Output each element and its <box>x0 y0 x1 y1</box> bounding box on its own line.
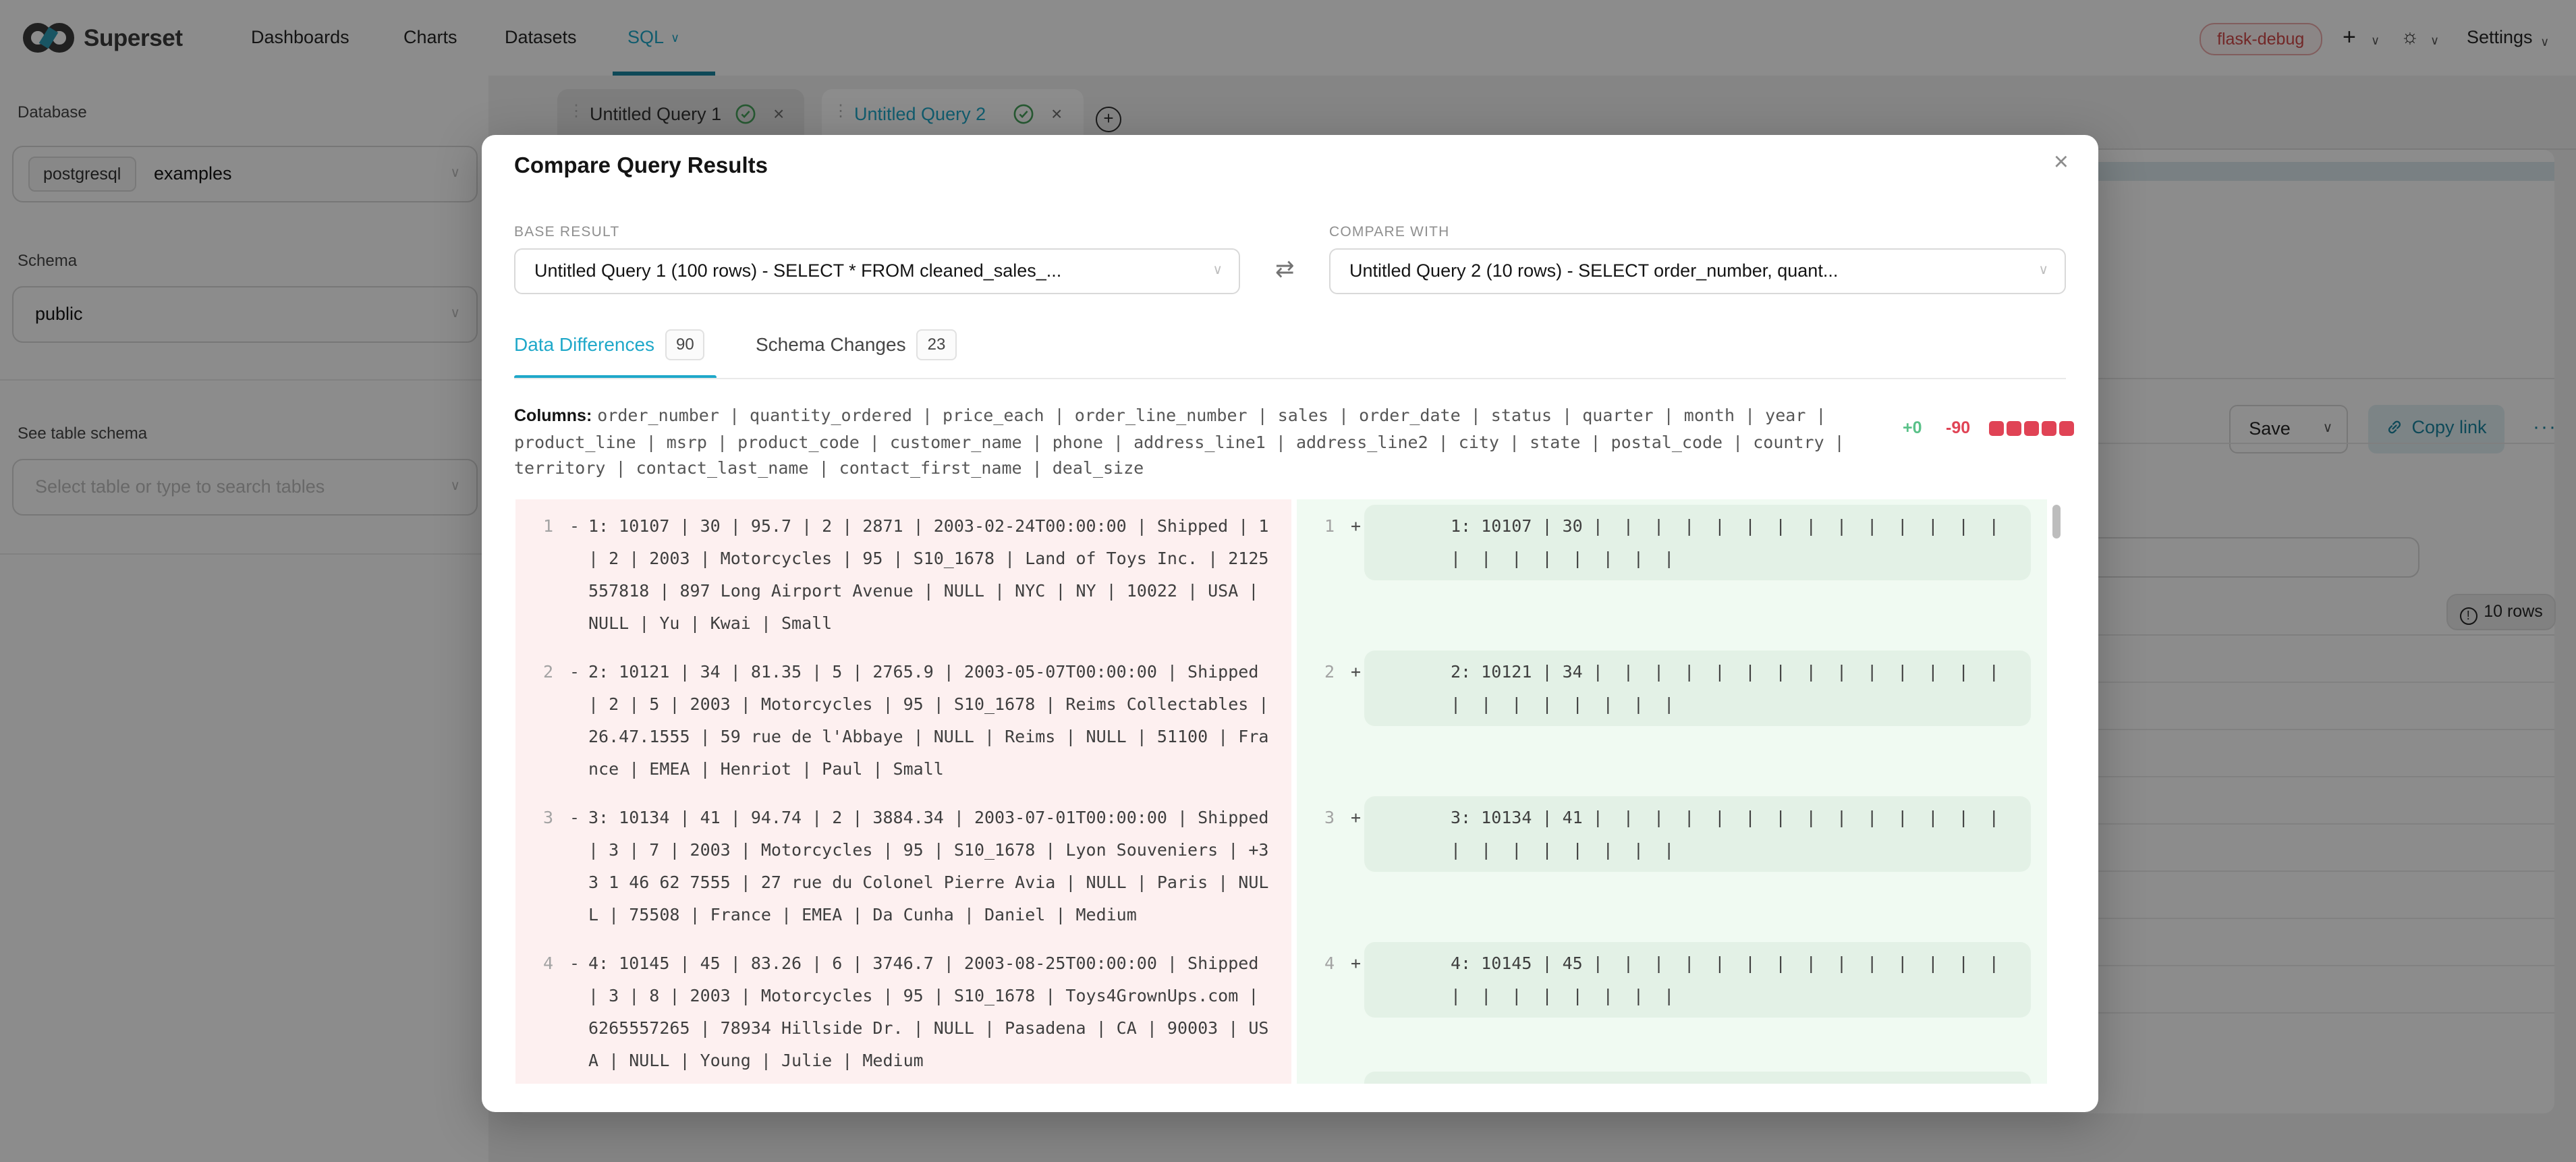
scrollbar-thumb[interactable] <box>2052 505 2061 538</box>
base-result-value: Untitled Query 1 (100 rows) - SELECT * F… <box>534 250 1061 293</box>
compare-with-select[interactable]: Untitled Query 2 (10 rows) - SELECT orde… <box>1329 248 2066 294</box>
columns-list: order_number | quantity_ordered | price_… <box>514 405 1845 478</box>
removed-count: -90 <box>1946 418 1970 437</box>
added-highlight-block: 2: 10121 | 34 | | | | | | | | | | | | | … <box>1364 651 2031 726</box>
diff-row-removed: 1 - 1: 10107 | 30 | 95.7 | 2 | 2871 | 20… <box>515 510 1291 656</box>
added-highlight-block: 3: 10134 | 41 | | | | | | | | | | | | | … <box>1364 796 2031 872</box>
added-count: +0 <box>1903 418 1922 437</box>
chevron-down-icon: ∨ <box>1212 250 1223 293</box>
tab-schema-changes[interactable]: Schema Changes23 <box>756 327 956 370</box>
swap-icon: ⇄ <box>1275 256 1295 283</box>
diff-row-removed: 4 - 4: 10145 | 45 | 83.26 | 6 | 3746.7 |… <box>515 947 1291 1084</box>
app: Superset Dashboards Charts Datasets SQL∨… <box>0 0 2576 1162</box>
added-highlight-block-partial <box>1364 1072 2031 1084</box>
added-highlight-block: 4: 10145 | 45 | | | | | | | | | | | | | … <box>1364 942 2031 1018</box>
tab-data-differences[interactable]: Data Differences90 <box>514 327 705 370</box>
compare-with-label: COMPARE WITH <box>1329 224 1450 240</box>
close-icon[interactable]: × <box>2054 148 2069 178</box>
diff-row-added: 2 + 2: 10121 | 34 | | | | | | | | | | | … <box>1297 656 2047 802</box>
compare-with-value: Untitled Query 2 (10 rows) - SELECT orde… <box>1349 250 1838 293</box>
diff-row-added: 4 + 4: 10145 | 45 | | | | | | | | | | | … <box>1297 947 2047 1084</box>
diff-row-added: 3 + 3: 10134 | 41 | | | | | | | | | | | … <box>1297 802 2047 947</box>
count-badge: 23 <box>917 329 957 360</box>
diff-viewer[interactable]: 1 - 1: 10107 | 30 | 95.7 | 2 | 2871 | 20… <box>514 499 2066 1084</box>
diff-pane-added: 1 + 1: 10107 | 30 | | | | | | | | | | | … <box>1297 499 2047 1084</box>
base-result-label: BASE RESULT <box>514 224 619 240</box>
diff-scrollbar[interactable] <box>2052 502 2061 1081</box>
tabs-border <box>514 378 2066 379</box>
count-badge: 90 <box>665 329 705 360</box>
screen: Superset Dashboards Charts Datasets SQL∨… <box>0 0 2576 1162</box>
chevron-down-icon: ∨ <box>2038 250 2048 293</box>
columns-summary: Columns:order_number | quantity_ordered … <box>514 402 1907 480</box>
diff-pane-removed: 1 - 1: 10107 | 30 | 95.7 | 2 | 2871 | 20… <box>515 499 1291 1084</box>
base-result-select[interactable]: Untitled Query 1 (100 rows) - SELECT * F… <box>514 248 1240 294</box>
diff-stat-blocks-icon <box>1989 421 2074 436</box>
modal-title: Compare Query Results <box>514 154 768 179</box>
compare-query-results-modal: Compare Query Results × BASE RESULT Unti… <box>482 135 2098 1112</box>
diff-row-added: 1 + 1: 10107 | 30 | | | | | | | | | | | … <box>1297 510 2047 656</box>
added-highlight-block: 1: 10107 | 30 | | | | | | | | | | | | | … <box>1364 505 2031 580</box>
diff-row-removed: 3 - 3: 10134 | 41 | 94.74 | 2 | 3884.34 … <box>515 802 1291 947</box>
columns-label: Columns: <box>514 406 592 425</box>
diff-row-removed: 2 - 2: 10121 | 34 | 81.35 | 5 | 2765.9 |… <box>515 656 1291 802</box>
